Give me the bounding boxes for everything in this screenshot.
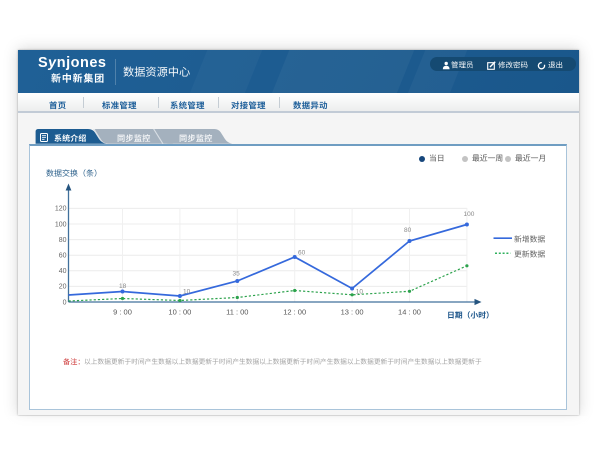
svg-text:120: 120 xyxy=(54,206,66,213)
svg-text:11 : 00: 11 : 00 xyxy=(226,308,248,317)
svg-text:13 : 00: 13 : 00 xyxy=(340,308,363,317)
svg-text:10: 10 xyxy=(355,289,363,296)
svg-text:12 : 00: 12 : 00 xyxy=(283,308,306,317)
svg-text:18: 18 xyxy=(119,283,127,290)
svg-text:80: 80 xyxy=(404,227,412,234)
svg-text:10: 10 xyxy=(183,288,191,295)
svg-text:20: 20 xyxy=(58,284,66,291)
svg-text:0: 0 xyxy=(62,299,66,306)
svg-text:9 : 00: 9 : 00 xyxy=(113,308,132,317)
svg-text:40: 40 xyxy=(58,268,66,275)
svg-text:35: 35 xyxy=(232,271,240,278)
svg-text:80: 80 xyxy=(58,237,66,244)
svg-text:14 : 00: 14 : 00 xyxy=(398,308,421,317)
svg-text:100: 100 xyxy=(463,211,474,218)
svg-text:60: 60 xyxy=(58,253,66,260)
svg-text:60: 60 xyxy=(298,250,306,257)
svg-text:100: 100 xyxy=(54,221,66,228)
svg-text:10 : 00: 10 : 00 xyxy=(168,308,191,317)
